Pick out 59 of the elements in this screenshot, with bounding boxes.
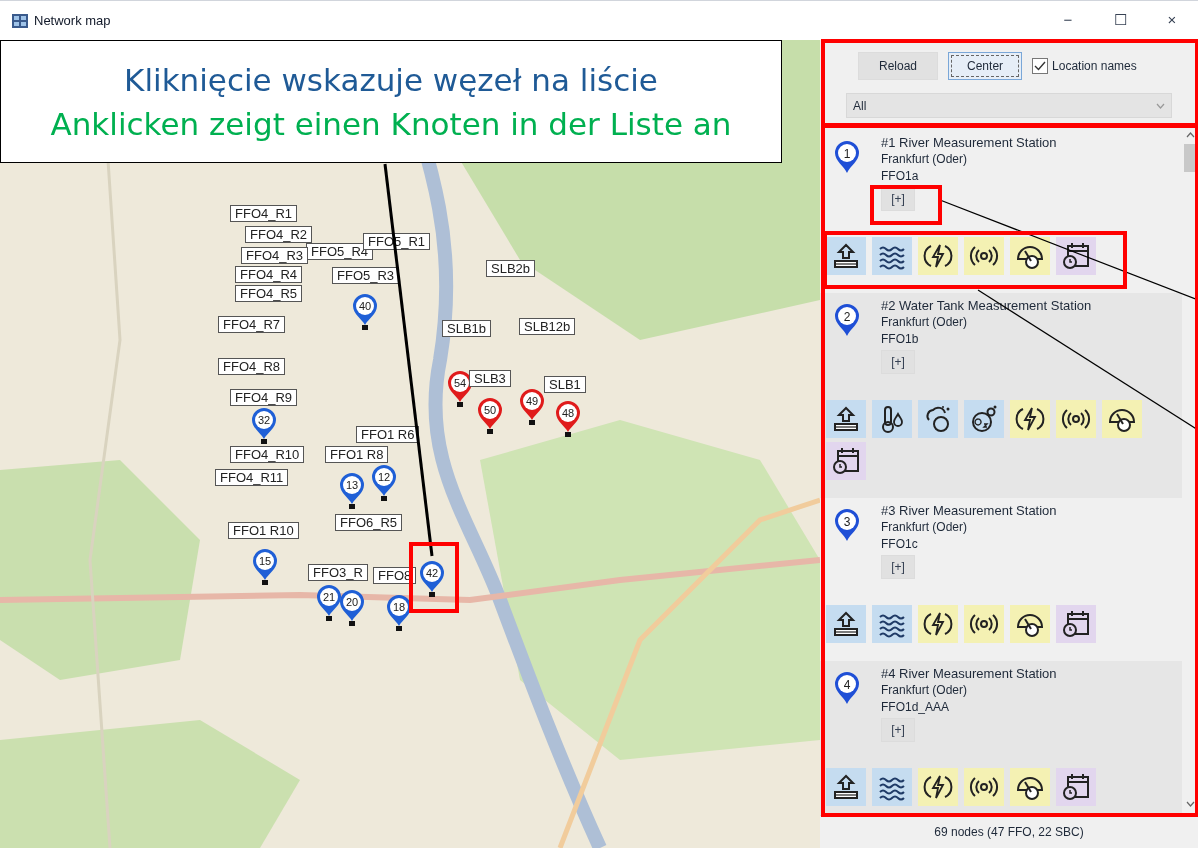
scrollbar-thumb[interactable] xyxy=(1184,144,1196,172)
map-label: SLB12b xyxy=(519,318,576,335)
node-code: FFO1c xyxy=(881,536,919,553)
node-city: Frankfurt (Oder) xyxy=(881,519,968,536)
window-title: Network map xyxy=(34,11,111,30)
node-pin-icon: 3 xyxy=(834,508,860,542)
scroll-up-icon xyxy=(1185,132,1195,138)
location-names-checkbox[interactable]: Location names xyxy=(1032,57,1137,75)
map-label: FFO4_R1 xyxy=(230,205,298,222)
map-label: SLB1b xyxy=(442,320,492,337)
node-code: FFO1a xyxy=(881,168,920,185)
expand-button[interactable]: [+] xyxy=(881,718,915,742)
map-label: FFO1 R8 xyxy=(325,446,389,463)
map-label: FFO4_R11 xyxy=(215,469,289,486)
expand-button[interactable]: [+] xyxy=(881,187,915,211)
chevron-down-icon xyxy=(1156,102,1165,109)
map-label: FFO4_R3 xyxy=(241,247,309,264)
node-city: Frankfurt (Oder) xyxy=(881,151,968,168)
close-button[interactable]: × xyxy=(1146,5,1198,36)
map-label: FFO5_R3 xyxy=(332,267,400,284)
toolbar-button[interactable]: Center xyxy=(948,52,1023,80)
map-label: FFO4_R5 xyxy=(235,285,303,302)
minimize-button[interactable]: − xyxy=(1042,5,1094,36)
map-label: FFO4_R2 xyxy=(245,226,313,243)
node-pin-icon: 4 xyxy=(834,671,860,705)
expand-button[interactable]: [+] xyxy=(881,350,915,374)
callout-text: Anklicken zeigt einen Knoten in der Liste an xyxy=(50,104,732,143)
map-label: FFO4_R9 xyxy=(230,389,298,406)
app-icon xyxy=(12,13,28,28)
filter-dropdown[interactable]: All xyxy=(846,93,1172,118)
toolbar-button[interactable]: Reload xyxy=(858,52,939,80)
node-pin-icon: 2 xyxy=(834,303,860,337)
map-label: FFO4_R4 xyxy=(235,266,303,283)
node-title: #3 River Measurement Station xyxy=(881,502,1057,519)
maximize-button[interactable]: ☐ xyxy=(1094,5,1146,36)
node-title: #1 River Measurement Station xyxy=(881,134,1057,151)
map-label: FFO6_R5 xyxy=(335,514,403,531)
node-code: FFO1b xyxy=(881,331,920,348)
map-label: SLB3 xyxy=(469,370,511,387)
status-text: 69 nodes (47 FFO, 22 SBC) xyxy=(934,824,1084,841)
map-label: FFO4_R7 xyxy=(218,316,286,333)
node-pin-icon: 1 xyxy=(834,140,860,174)
checkmark-icon xyxy=(1034,61,1047,71)
expand-button[interactable]: [+] xyxy=(881,555,915,579)
node-code: FFO1d_AAA xyxy=(881,699,951,716)
callout-text: Kliknięcie wskazuje węzeł na liście xyxy=(124,60,658,99)
node-title: #4 River Measurement Station xyxy=(881,665,1057,682)
map-label: FFO1 R6 xyxy=(356,426,420,443)
map-label: SLB2b xyxy=(486,260,536,277)
map-label: FFO3_R xyxy=(308,564,368,581)
highlight-frame xyxy=(409,542,459,613)
node-city: Frankfurt (Oder) xyxy=(881,682,968,699)
map-label: SLB1 xyxy=(544,376,586,393)
map-label: FFO4_R10 xyxy=(230,446,305,463)
node-city: Frankfurt (Oder) xyxy=(881,314,968,331)
map-label: FFO1 R10 xyxy=(228,522,299,539)
scroll-down-icon xyxy=(1185,801,1195,807)
map-label: FFO4_R8 xyxy=(218,358,286,375)
node-list-item[interactable]: 4 #4 River Measurement Station Frankfurt (Oder) FFO1d_AAA [+] xyxy=(820,661,1182,815)
